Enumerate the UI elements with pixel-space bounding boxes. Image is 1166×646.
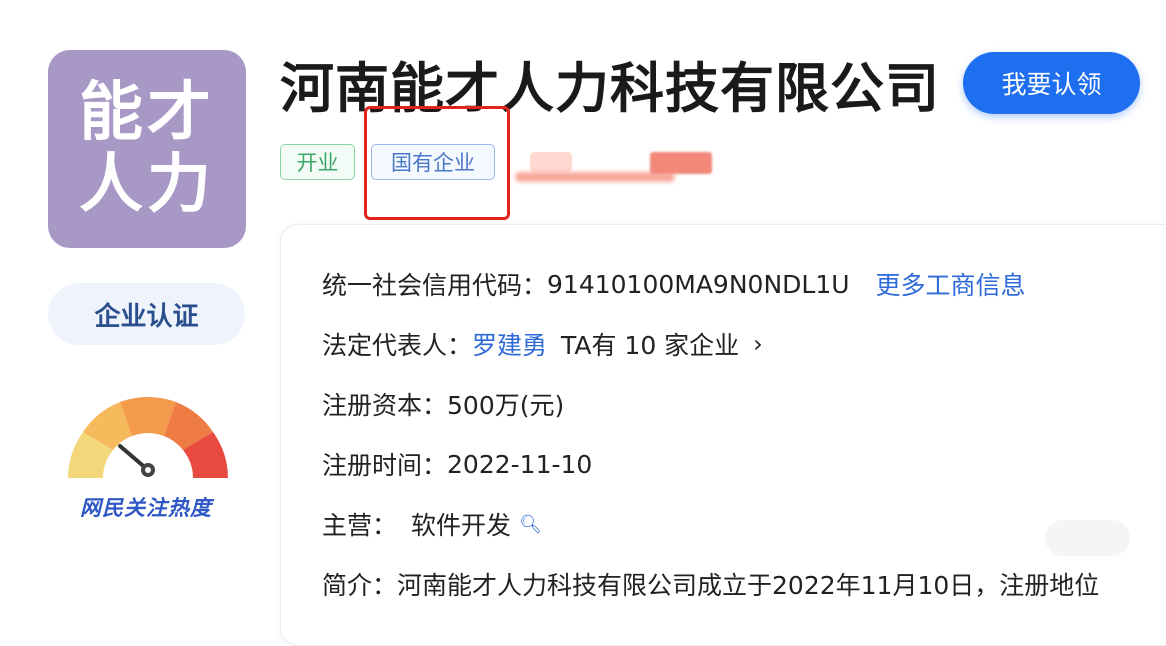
reg-date-label: 注册时间：: [322, 451, 448, 480]
redacted-mark: [650, 152, 712, 174]
status-badge-open: 开业: [280, 144, 355, 180]
credit-code-label: 统一社会信用代码：: [322, 271, 548, 300]
intro-text: 河南能才人力科技有限公司成立于2022年11月10日，注册地位: [397, 571, 1100, 600]
legal-rep-companies[interactable]: TA有 10 家企业: [561, 326, 739, 362]
redacted-mark: [530, 152, 572, 172]
claim-button[interactable]: 我要认领: [963, 52, 1140, 114]
business-value[interactable]: 软件开发: [411, 506, 511, 542]
watermark: [1045, 520, 1130, 556]
legal-rep-label: 法定代表人：: [322, 331, 473, 360]
certification-button[interactable]: 企业认证: [48, 283, 245, 345]
highlight-annotation-box: [364, 106, 510, 220]
credit-code-value: 91410100MA9N0NDL1U: [547, 269, 850, 299]
more-business-info-link[interactable]: 更多工商信息: [876, 266, 1026, 302]
heat-label: 网民关注热度: [80, 496, 212, 520]
capital-value: 500万(元): [447, 391, 565, 420]
credit-code-row: 统一社会信用代码： 91410100MA9N0NDL1U 更多工商信息: [322, 266, 1026, 302]
reg-date-value: 2022-11-10: [447, 449, 593, 479]
logo-text-line1: 能才: [79, 76, 215, 150]
intro-row: 简介： 河南能才人力科技有限公司成立于2022年11月10日，注册地位: [322, 566, 1099, 602]
legal-rep-row[interactable]: 法定代表人： 罗建勇 TA有 10 家企业 ›: [322, 326, 763, 362]
intro-label: 简介：: [322, 571, 398, 600]
legal-rep-name-link[interactable]: 罗建勇: [472, 326, 547, 362]
capital-label: 注册资本：: [322, 391, 448, 420]
heat-gauge-icon: [68, 396, 228, 478]
company-logo: 能才 人力: [48, 50, 246, 248]
capital-row: 注册资本： 500万(元): [322, 386, 564, 422]
business-label: 主营：: [322, 511, 398, 540]
business-row: 主营： 软件开发 🔍︎: [322, 506, 542, 542]
chevron-right-icon[interactable]: ›: [753, 330, 763, 358]
search-icon[interactable]: 🔍︎: [519, 514, 542, 535]
logo-text-line2: 人力: [79, 148, 215, 222]
reg-date-row: 注册时间： 2022-11-10: [322, 446, 592, 482]
